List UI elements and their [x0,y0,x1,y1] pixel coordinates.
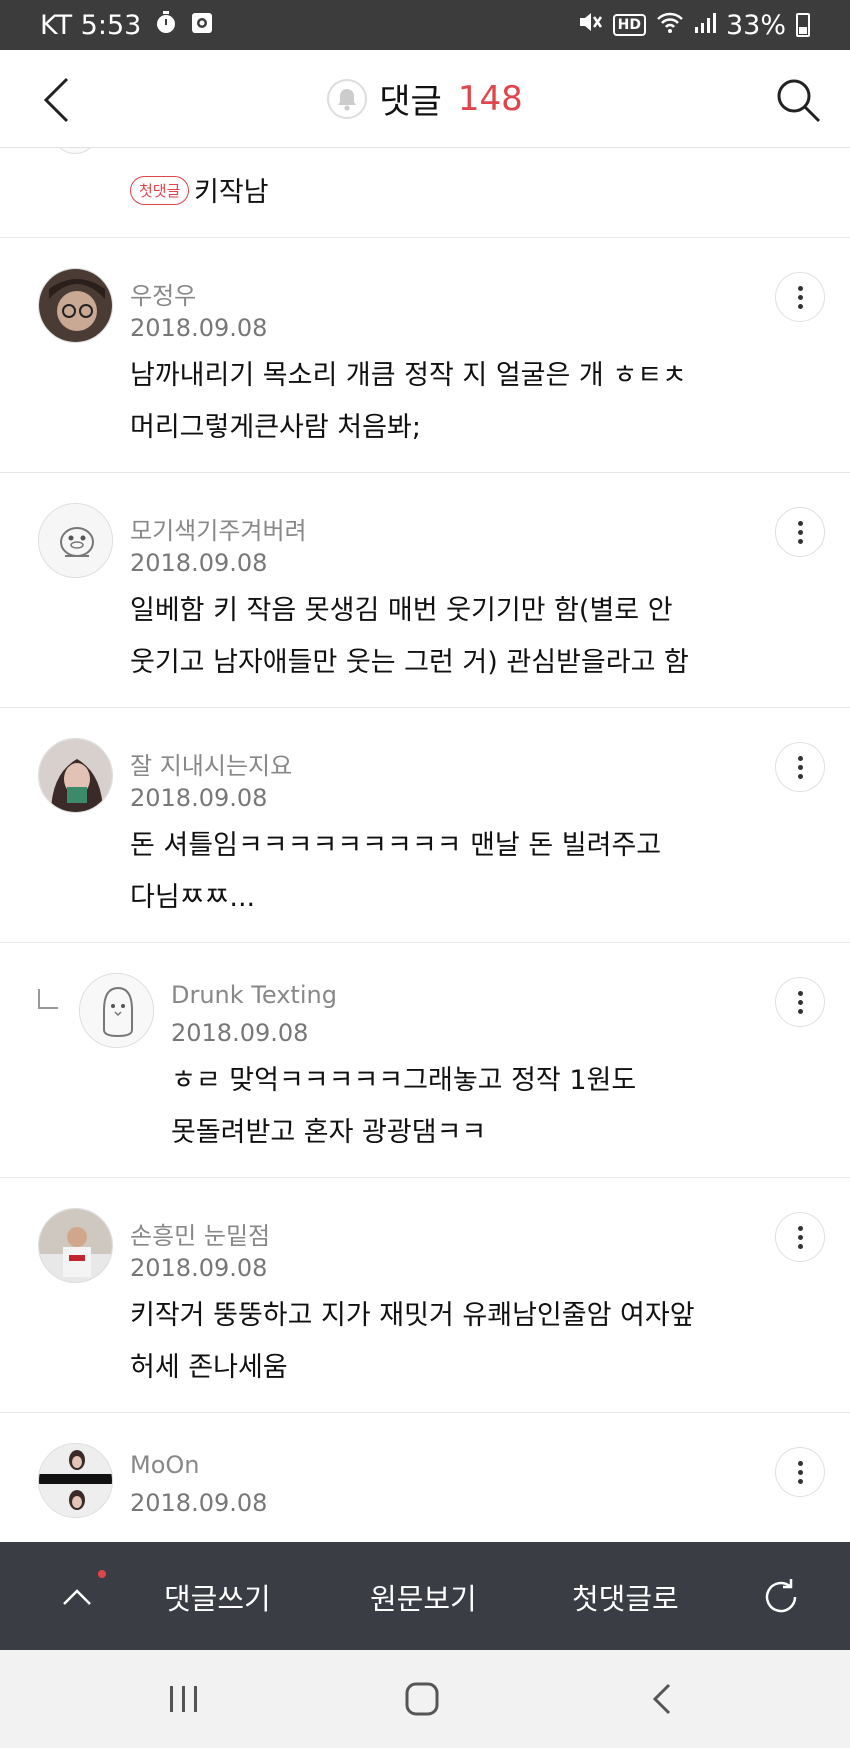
more-vert-icon [797,755,803,779]
comment-line: 키작거 뚱뚱하고 지가 재밋거 유쾌남인줄암 여자앞 [130,1300,695,1331]
back-icon [652,1683,671,1715]
comment-author[interactable]: 손흥민 눈밑점 [130,1216,270,1251]
write-comment-button[interactable]: 댓글쓰기 [164,1576,271,1618]
more-vert-icon [797,285,803,309]
comment-text: 키작남 [194,177,269,208]
more-options-button[interactable] [775,1212,825,1262]
comment-date: 2018.09.08 [130,1254,268,1282]
signal-icon [694,10,716,41]
comment-text: 키작거 뚱뚱하고 지가 재밋거 유쾌남인줄암 여자앞 허세 존나세움 [130,1290,730,1394]
comment-text: 남까내리기 목소리 개큼 정작 지 얼굴은 개 ㅎㅌㅊ 머리그렇게큰사람 처음봐… [130,350,730,454]
home-button[interactable] [392,1674,452,1724]
comment-item: 손흥민 눈밑점 2018.09.08 키작거 뚱뚱하고 지가 재밋거 유쾌남인줄… [0,1178,850,1413]
battery-icon [796,13,810,37]
hd-badge: HD [612,14,646,36]
more-vert-icon [797,990,803,1014]
comment-line: 웃기고 남자애들만 웃는 그런 거) 관심받을라고 함 [130,647,689,678]
avatar[interactable] [38,1208,113,1283]
notification-dot [98,1570,106,1578]
comment-author[interactable]: MoOn [130,1451,200,1479]
first-comment-row: 첫댓글 키작남 [0,148,850,238]
avatar [52,148,98,154]
system-nav-bar [0,1650,850,1748]
more-vert-icon [797,1460,803,1484]
avatar[interactable] [38,1443,113,1518]
screen-record-icon [191,10,213,41]
recent-apps-icon [170,1686,197,1712]
more-options-button[interactable] [775,742,825,792]
carrier-time: KT 5:53 [40,9,142,41]
reply-item: Drunk Texting 2018.09.08 ㅎㄹ 맞억ㅋㅋㅋㅋㅋ그래놓고 … [0,943,850,1178]
comment-line: 다님ㅉㅉ... [130,882,256,913]
refresh-button[interactable] [754,1570,808,1624]
header-title-group: 댓글 148 [327,74,523,123]
comment-action-bar: 댓글쓰기 원문보기 첫댓글로 [0,1542,850,1650]
comment-line: 머리그렇게큰사람 처음봐; [130,412,421,443]
reply-indicator-icon [38,989,58,1009]
comment-count: 148 [457,78,523,119]
back-button[interactable] [28,70,84,130]
comment-line: 남까내리기 목소리 개큼 정작 지 얼굴은 개 ㅎㅌㅊ [130,360,687,391]
more-options-button[interactable] [775,977,825,1027]
battery-percent: 33% [725,9,786,41]
comment-line: 허세 존나세움 [130,1352,288,1383]
first-comment-button[interactable]: 첫댓글로 [572,1576,679,1618]
comment-line: ㅎㄹ 맞억ㅋㅋㅋㅋㅋ그래놓고 정작 1원도 [171,1065,637,1096]
refresh-icon [765,1579,797,1613]
comment-author[interactable]: 모기색기주겨버려 [130,511,307,546]
more-options-button[interactable] [775,272,825,322]
comment-date: 2018.09.08 [130,549,268,577]
search-button[interactable] [768,70,828,130]
first-comment-badge: 첫댓글 [130,176,190,205]
comment-line: 못돌려받고 혼자 광광댐ㅋㅋ [171,1117,487,1148]
comment-author[interactable]: Drunk Texting [171,981,337,1009]
scroll-top-button[interactable] [52,1572,102,1622]
comment-author[interactable]: 우정우 [130,276,196,311]
comment-date: 2018.09.08 [171,1019,309,1047]
chevron-left-icon [43,77,69,123]
avatar[interactable] [38,268,113,343]
comment-item: 우정우 2018.09.08 남까내리기 목소리 개큼 정작 지 얼굴은 개 ㅎ… [0,238,850,473]
comment-date: 2018.09.08 [130,784,268,812]
bell-icon[interactable] [327,78,368,119]
page-title: 댓글 [379,82,442,122]
wifi-icon [656,10,684,41]
more-options-button[interactable] [775,1447,825,1497]
avatar[interactable] [38,738,113,813]
comment-list[interactable]: 첫댓글 키작남 우정우 2018.09.08 남까내리기 목소리 개큼 정작 지… [0,148,850,1542]
system-back-button[interactable] [632,1674,692,1724]
chevron-up-icon [63,1589,91,1605]
view-original-button[interactable]: 원문보기 [370,1576,477,1618]
status-bar: KT 5:53 HD 33% [0,0,850,50]
comment-text: ㅎㄹ 맞억ㅋㅋㅋㅋㅋ그래놓고 정작 1원도 못돌려받고 혼자 광광댐ㅋㅋ [171,1055,731,1159]
comment-line: 돈 셔틀임ㅋㅋㅋㅋㅋㅋㅋㅋㅋ 맨날 돈 빌려주고 [130,830,662,861]
comment-date: 2018.09.08 [130,1489,268,1517]
comment-author[interactable]: 잘 지내시는지요 [130,746,292,781]
more-options-button[interactable] [775,507,825,557]
comment-text: 돈 셔틀임ㅋㅋㅋㅋㅋㅋㅋㅋㅋ 맨날 돈 빌려주고 다님ㅉㅉ... [130,820,730,924]
avatar[interactable] [38,503,113,578]
more-vert-icon [797,520,803,544]
home-icon [405,1682,439,1716]
comment-item: 모기색기주겨버려 2018.09.08 일베함 키 작음 못생김 매번 웃기기만… [0,473,850,708]
comments-header: 댓글 148 [0,50,850,148]
mute-icon [577,10,603,41]
comment-date: 2018.09.08 [130,314,268,342]
search-icon [777,79,821,123]
comment-item: 잘 지내시는지요 2018.09.08 돈 셔틀임ㅋㅋㅋㅋㅋㅋㅋㅋㅋ 맨날 돈 … [0,708,850,943]
stopwatch-icon [155,10,177,41]
recent-apps-button[interactable] [154,1674,214,1724]
comment-line: 일베함 키 작음 못생김 매번 웃기기만 함(별로 안 [130,595,673,626]
comment-text: 일베함 키 작음 못생김 매번 웃기기만 함(별로 안 웃기고 남자애들만 웃는… [130,585,730,689]
avatar[interactable] [79,973,154,1048]
more-vert-icon [797,1225,803,1249]
comment-item: MoOn 2018.09.08 [0,1413,850,1542]
